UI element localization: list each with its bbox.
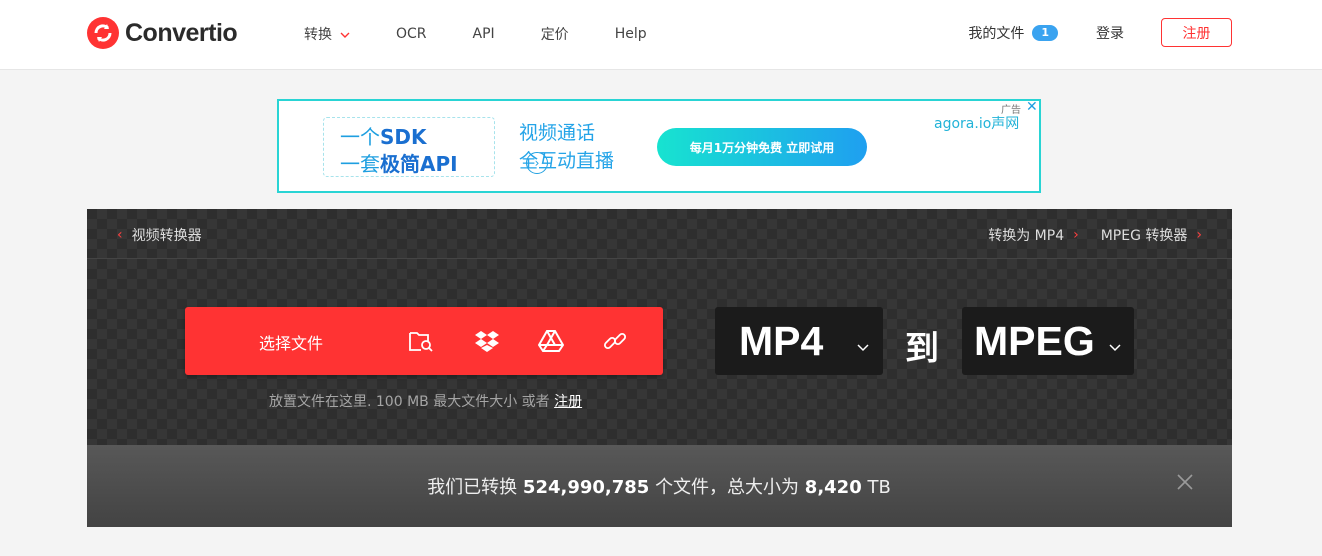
ad-cta-button[interactable]: 每月1万分钟免费 立即试用 [657, 128, 867, 166]
ad-close-icon[interactable]: ✕ [1026, 99, 1038, 115]
chevron-right-icon: › [1196, 227, 1202, 243]
google-drive-icon[interactable] [537, 327, 565, 355]
convertio-logo-icon [87, 17, 119, 49]
signup-link[interactable]: 注册 [554, 394, 582, 410]
nav-item-label: API [472, 26, 495, 42]
ad-slogan-line1: 一个SDK [340, 121, 427, 150]
breadcrumb-related: 转换为 MP4 › MPEG 转换器 › [988, 225, 1202, 245]
source-format-select[interactable]: MP4 [715, 307, 883, 375]
ad-slogan-box: 一个SDK 一套极简API › [323, 117, 548, 177]
breadcrumb-mpeg-converter[interactable]: MPEG 转换器 [1101, 225, 1188, 245]
ad-feature-line1: 视频通话 [519, 122, 596, 144]
to-label: 到 [905, 329, 939, 369]
target-format-value: MPEG [974, 317, 1095, 364]
ad-brand-logo: agora.io声网 [934, 116, 1020, 132]
chevron-right-icon: › [1073, 227, 1079, 243]
my-files-label: 我的文件 [968, 25, 1025, 42]
breadcrumb-convert-to-mp4[interactable]: 转换为 MP4 [988, 225, 1064, 245]
my-files-count-badge: 1 [1032, 24, 1058, 41]
breadcrumb-back[interactable]: ‹ 视频转换器 [117, 225, 202, 245]
folder-search-icon[interactable] [407, 327, 435, 355]
ad-text-bold: 极简API [380, 152, 458, 176]
conversion-stats-bar: 我们已转换 524,990,785 个文件，总大小为 8,420 TB [87, 445, 1232, 527]
choose-files-label: 选择文件 [259, 334, 324, 353]
ad-text: 一个 [340, 125, 380, 149]
nav-item-convert[interactable]: 转换 [304, 24, 350, 44]
nav-item-pricing[interactable]: 定价 [541, 24, 569, 44]
ad-banner[interactable]: 一个SDK 一套极简API › 视频通话 全互动直播 每月1万分钟免费 立即试用… [277, 99, 1041, 193]
main-nav: 转换 OCR API 定价 Help [304, 0, 693, 68]
brand-name: Convertio [125, 18, 238, 47]
chevron-left-icon: ‹ [117, 227, 123, 243]
ad-feature-text: 视频通话 全互动直播 [519, 119, 614, 175]
my-files-link[interactable]: 我的文件 1 [968, 23, 1058, 43]
top-navbar: Convertio 转换 OCR API 定价 Help 我的文件 1 登录 注… [0, 0, 1322, 70]
breadcrumb: ‹ 视频转换器 转换为 MP4 › MPEG 转换器 › [87, 209, 1232, 259]
close-icon[interactable] [1176, 473, 1196, 493]
source-format-value: MP4 [739, 317, 824, 364]
converter-panel: ‹ 视频转换器 转换为 MP4 › MPEG 转换器 › 选择文件 MP4 到 … [87, 209, 1232, 445]
drop-hint-text: 放置文件在这里. 100 MB 最大文件大小 或者 [269, 394, 550, 410]
nav-item-ocr[interactable]: OCR [396, 26, 427, 42]
nav-item-label: Help [614, 26, 647, 42]
stats-middle: 个文件，总大小为 [655, 477, 800, 498]
chevron-down-icon [340, 26, 350, 42]
login-link[interactable]: 登录 [1096, 23, 1124, 43]
chevron-down-icon [1109, 337, 1121, 356]
nav-item-label: OCR [396, 26, 427, 42]
choose-files-button[interactable]: 选择文件 [185, 307, 663, 375]
header-actions: 我的文件 1 登录 注册 [968, 18, 1232, 47]
stats-total-size: 8,420 [804, 477, 862, 498]
link-icon[interactable] [601, 327, 629, 355]
stats-text: 我们已转换 524,990,785 个文件，总大小为 8,420 TB [159, 473, 1159, 499]
nav-item-label: 转换 [304, 27, 332, 43]
ad-slogan-line2: 一套极简API [340, 148, 458, 177]
signup-button[interactable]: 注册 [1161, 18, 1232, 47]
ad-label: 广告 [1001, 105, 1021, 116]
stats-file-count: 524,990,785 [522, 477, 650, 498]
logo[interactable]: Convertio [87, 17, 238, 49]
nav-item-label: 定价 [540, 27, 569, 43]
stats-unit: TB [867, 477, 891, 498]
target-format-select[interactable]: MPEG [962, 307, 1134, 375]
ad-text: 一套 [340, 152, 380, 176]
nav-item-help[interactable]: Help [615, 26, 647, 42]
ad-feature-line2: 全互动直播 [519, 150, 615, 172]
breadcrumb-video-converter: 视频转换器 [131, 228, 202, 244]
nav-item-api[interactable]: API [473, 26, 495, 42]
drop-hint: 放置文件在这里. 100 MB 最大文件大小 或者 注册 [269, 391, 582, 411]
chevron-down-icon [857, 337, 869, 356]
stats-prefix: 我们已转换 [427, 477, 518, 498]
dropbox-icon[interactable] [473, 327, 501, 355]
ad-text-bold: SDK [380, 125, 427, 149]
